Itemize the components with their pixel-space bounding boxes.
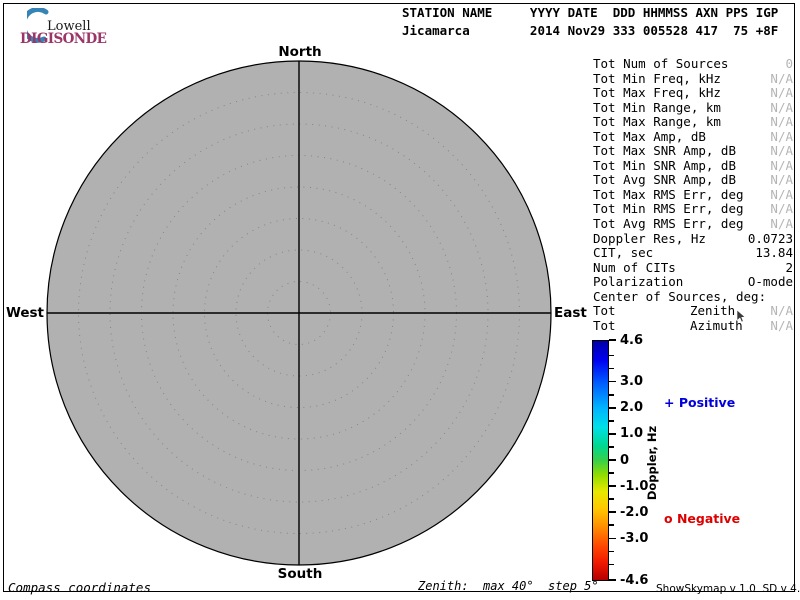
colorbar-major-tick: [609, 579, 616, 581]
colorbar-major-tick: [609, 511, 616, 513]
stats-row: Tot Min Range, km N/A: [593, 100, 793, 115]
stats-label: Tot Min RMS Err, deg: [593, 201, 744, 216]
stats-value: N/A: [770, 143, 793, 158]
mouse-cursor-icon: [737, 310, 746, 323]
stats-label: Tot Avg SNR Amp, dB: [593, 172, 736, 187]
colorbar-major-tick: [609, 485, 616, 487]
stats-sublabel: Azimuth: [690, 318, 743, 333]
colorbar-minor-tick: [609, 551, 614, 553]
stats-row: Tot Max Range, km N/A: [593, 114, 793, 129]
colorbar-tick-label: 3.0: [620, 374, 643, 389]
stats-label: Tot Min Range, km: [593, 100, 721, 115]
colorbar-minor-tick: [609, 394, 614, 396]
stats-row: Tot Max SNR Amp, dB N/A: [593, 143, 793, 158]
colorbar-minor-tick: [609, 564, 614, 566]
stats-value: N/A: [770, 85, 793, 100]
legend-positive: + Positive: [664, 395, 735, 410]
colorbar-major-tick: [609, 459, 616, 461]
stats-value: 0.0723: [748, 231, 793, 246]
doppler-colorbar: [592, 340, 609, 581]
footer-version-info: ShowSkymap v 1.0 SD v 4.2: [656, 583, 800, 595]
stats-row: Tot Zenith N/A: [593, 303, 793, 318]
stats-value: N/A: [770, 158, 793, 173]
stats-label: Tot Min Freq, kHz: [593, 71, 721, 86]
colorbar-tick-label: 4.6: [620, 333, 643, 348]
stats-row: Num of CITs 2: [593, 260, 793, 275]
stats-value: O-mode: [748, 274, 793, 289]
stats-value: 13.84: [755, 245, 793, 260]
stats-label: Tot: [593, 303, 616, 318]
colorbar-minor-tick: [609, 355, 614, 357]
stats-label: Tot Max SNR Amp, dB: [593, 143, 736, 158]
colorbar-tick-label: -3.0: [620, 531, 648, 546]
stats-value: N/A: [770, 201, 793, 216]
stats-row: Tot Max RMS Err, deg N/A: [593, 187, 793, 202]
stats-value: 2: [785, 260, 793, 275]
colorbar-major-tick: [609, 433, 616, 435]
colorbar-minor-tick: [609, 472, 614, 474]
stats-label: Center of Sources, deg:: [593, 289, 766, 304]
stats-label: Tot Avg RMS Err, deg: [593, 216, 744, 231]
stats-value: N/A: [770, 318, 793, 333]
colorbar-major-tick: [609, 407, 616, 409]
colorbar-axis-title: Doppler, Hz: [645, 426, 659, 500]
stats-row: Tot Min SNR Amp, dB N/A: [593, 158, 793, 173]
compass-label-south: South: [250, 566, 350, 582]
colorbar-major-tick: [609, 381, 616, 383]
stats-label: Tot Num of Sources: [593, 56, 728, 71]
stats-row: Doppler Res, Hz 0.0723: [593, 231, 793, 246]
colorbar-major-tick: [609, 339, 616, 341]
stats-value: N/A: [770, 114, 793, 129]
stats-value: N/A: [770, 129, 793, 144]
colorbar-minor-tick: [609, 498, 614, 500]
compass-label-north: North: [250, 44, 350, 60]
stats-row: Tot Num of Sources 0: [593, 56, 793, 71]
stats-row: Tot Max Amp, dB N/A: [593, 129, 793, 144]
measurement-stats-table: Tot Num of Sources0Tot Min Freq, kHzN/AT…: [593, 56, 793, 332]
colorbar-tick-label: 1.0: [620, 426, 643, 441]
colorbar-tick-label: -2.0: [620, 505, 648, 520]
stats-row: Tot Min RMS Err, deg N/A: [593, 201, 793, 216]
stats-value: N/A: [770, 216, 793, 231]
stats-label: CIT, sec: [593, 245, 653, 260]
footer-zenith-scale: Zenith: max 40° step 5°: [418, 579, 599, 593]
stats-label: Tot Max Amp, dB: [593, 129, 706, 144]
stats-row: Tot Max Freq, kHz N/A: [593, 85, 793, 100]
stats-row: Tot Min Freq, kHz N/A: [593, 71, 793, 86]
stats-label: Polarization: [593, 274, 683, 289]
colorbar-tick-label: 0: [620, 453, 629, 468]
stats-value: N/A: [770, 100, 793, 115]
colorbar-tick-label: -4.6: [620, 573, 648, 588]
colorbar-minor-tick: [609, 524, 614, 526]
stats-label: Num of CITs: [593, 260, 676, 275]
colorbar-minor-tick: [609, 420, 614, 422]
colorbar-tick-label: 2.0: [620, 400, 643, 415]
compass-label-west: West: [0, 305, 44, 321]
colorbar-minor-tick: [609, 446, 614, 448]
stats-label: Tot: [593, 318, 616, 333]
stats-value: N/A: [770, 172, 793, 187]
stats-row: Polarization O-mode: [593, 274, 793, 289]
legend-negative: o Negative: [664, 511, 740, 526]
stats-label: Tot Min SNR Amp, dB: [593, 158, 736, 173]
stats-value: 0: [785, 56, 793, 71]
stats-row: CIT, sec 13.84: [593, 245, 793, 260]
stats-label: Tot Max RMS Err, deg: [593, 187, 744, 202]
stats-row: Center of Sources, deg:: [593, 289, 793, 304]
stats-row: Tot Avg SNR Amp, dB N/A: [593, 172, 793, 187]
stats-value: N/A: [770, 187, 793, 202]
stats-row: Tot Azimuth N/A: [593, 318, 793, 333]
footer-coordinates-mode: Compass coordinates: [8, 580, 151, 595]
colorbar-minor-tick: [609, 368, 614, 370]
stats-sublabel: Zenith: [690, 303, 735, 318]
stats-value: N/A: [770, 303, 793, 318]
stats-label: Doppler Res, Hz: [593, 231, 706, 246]
stats-label: Tot Max Freq, kHz: [593, 85, 721, 100]
stats-value: N/A: [770, 71, 793, 86]
showskymap-window: Lowell DIGISONDE STATION NAME YYYY DATE …: [0, 0, 800, 600]
colorbar-major-tick: [609, 538, 616, 540]
stats-label: Tot Max Range, km: [593, 114, 721, 129]
stats-row: Tot Avg RMS Err, deg N/A: [593, 216, 793, 231]
